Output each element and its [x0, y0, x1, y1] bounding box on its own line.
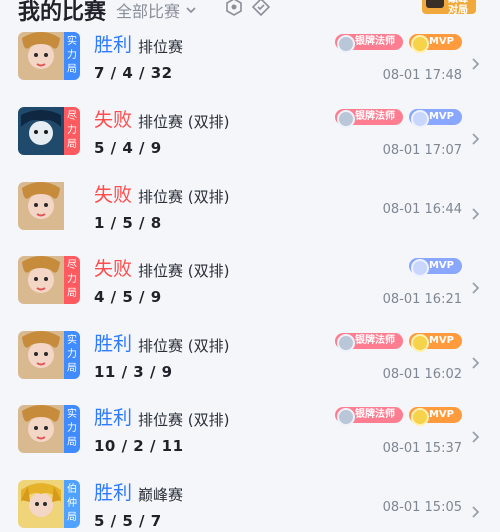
avatar: 伯 仲 局: [18, 480, 80, 528]
header: 我的比赛 全部比赛 巅峰 对局: [0, 0, 500, 25]
match-history-page: 我的比赛 全部比赛 巅峰 对局: [0, 0, 500, 532]
match-result: 胜利: [94, 407, 133, 429]
kda: 4 / 5 / 9: [94, 288, 162, 306]
match-mode: 排位赛 (双排): [138, 188, 230, 206]
match-row[interactable]: 实 力 局 胜利 排位赛 (双排) 11 / 3 / 9 银牌法师 MVP 08…: [0, 331, 500, 405]
match-mode: 排位赛: [138, 38, 184, 56]
avatar: 实 力 局: [18, 32, 80, 80]
avatar: 尽 力 局: [18, 107, 80, 155]
mvp-badge: MVP: [408, 258, 462, 277]
camera-icon: [426, 0, 444, 8]
match-mode: 巅峰赛: [138, 486, 184, 504]
match-time: 08-01 16:21: [382, 292, 462, 307]
match-quality-tag: 尽 力 局: [64, 107, 80, 155]
match-badges: 银牌法师 MVP: [334, 109, 462, 128]
chevron-right-icon: [472, 431, 480, 443]
match-badges: 银牌法师 MVP: [334, 34, 462, 53]
match-result: 胜利: [94, 482, 133, 504]
match-time: 08-01 17:48: [382, 68, 462, 83]
match-mode: 排位赛 (双排): [138, 262, 230, 280]
kda: 1 / 5 / 8: [94, 214, 162, 232]
mvp-badge: MVP: [408, 34, 462, 53]
hero-avatar-icon: [18, 182, 64, 230]
kda: 10 / 2 / 11: [94, 437, 184, 455]
match-row[interactable]: 尽 力 局 失败 排位赛 (双排) 4 / 5 / 9 MVP 08-01 16…: [0, 256, 500, 330]
match-quality-tag: 实 力 局: [64, 32, 80, 80]
silver-mage-badge: 银牌法师: [334, 34, 403, 53]
silver-mage-badge: 银牌法师: [334, 333, 403, 352]
hero-avatar-icon: [18, 32, 64, 80]
match-badges: MVP: [408, 258, 462, 277]
match-row[interactable]: 伯 仲 局 胜利 巅峰赛 5 / 5 / 7 08-01 15:05: [0, 480, 500, 532]
hero-avatar-icon: [18, 405, 64, 453]
match-quality-tag: 伯 仲 局: [64, 480, 80, 528]
match-mode: 排位赛 (双排): [138, 337, 230, 355]
match-badges: 银牌法师 MVP: [334, 333, 462, 352]
chevron-right-icon: [472, 357, 480, 369]
kda: 5 / 4 / 9: [94, 139, 162, 157]
match-row[interactable]: 尽 力 局 失败 排位赛 (双排) 5 / 4 / 9 银牌法师 MVP 08-…: [0, 107, 500, 181]
match-result: 胜利: [94, 333, 133, 355]
kda: 7 / 4 / 32: [94, 64, 173, 82]
match-time: 08-01 15:05: [382, 500, 462, 515]
kda: 5 / 5 / 7: [94, 512, 162, 530]
avatar: 实 力 局: [18, 331, 80, 379]
silver-mage-badge: 银牌法师: [334, 109, 403, 128]
match-result: 胜利: [94, 34, 133, 56]
match-filter-dropdown[interactable]: 全部比赛: [116, 0, 196, 22]
match-row[interactable]: 失败 排位赛 (双排) 1 / 5 / 8 08-01 16:44: [0, 182, 500, 256]
match-row[interactable]: 实 力 局 胜利 排位赛 (双排) 10 / 2 / 11 银牌法师 MVP 0…: [0, 405, 500, 479]
kda: 11 / 3 / 9: [94, 363, 173, 381]
shield-icon[interactable]: [225, 0, 243, 16]
chevron-right-icon: [472, 133, 480, 145]
hero-avatar-icon: [18, 107, 64, 155]
avatar: 尽 力 局: [18, 256, 80, 304]
silver-mage-badge: 银牌法师: [334, 407, 403, 426]
avatar: [18, 182, 80, 230]
match-time: 08-01 15:37: [382, 441, 462, 456]
hero-avatar-icon: [18, 256, 64, 304]
match-result: 失败: [94, 258, 133, 280]
avatar: 实 力 局: [18, 405, 80, 453]
diamond-check-icon[interactable]: [252, 0, 270, 16]
match-quality-tag: 实 力 局: [64, 331, 80, 379]
mvp-badge: MVP: [408, 333, 462, 352]
match-time: 08-01 16:02: [382, 367, 462, 382]
chevron-right-icon: [472, 282, 480, 294]
chevron-right-icon: [472, 208, 480, 220]
mvp-badge: MVP: [408, 407, 462, 426]
match-quality-tag: 实 力 局: [64, 405, 80, 453]
match-quality-tag: 尽 力 局: [64, 256, 80, 304]
hero-avatar-icon: [18, 331, 64, 379]
page-title: 我的比赛: [18, 0, 107, 25]
match-mode: 排位赛 (双排): [138, 113, 230, 131]
match-row[interactable]: 实 力 局 胜利 排位赛 7 / 4 / 32 银牌法师 MVP 08-01 1…: [0, 32, 500, 106]
chevron-right-icon: [472, 58, 480, 70]
match-time: 08-01 17:07: [382, 143, 462, 158]
peak-match-badge[interactable]: 巅峰 对局: [422, 0, 476, 14]
chevron-down-icon: [186, 7, 196, 14]
mvp-badge: MVP: [408, 109, 462, 128]
hero-avatar-icon: [18, 480, 64, 528]
match-mode: 排位赛 (双排): [138, 411, 230, 429]
filter-label: 全部比赛: [116, 2, 181, 21]
match-badges: 银牌法师 MVP: [334, 407, 462, 426]
match-time: 08-01 16:44: [382, 202, 462, 217]
badge-text: 巅峰 对局: [448, 0, 468, 14]
chevron-right-icon: [472, 506, 480, 518]
match-result: 失败: [94, 109, 133, 131]
match-result: 失败: [94, 184, 133, 206]
